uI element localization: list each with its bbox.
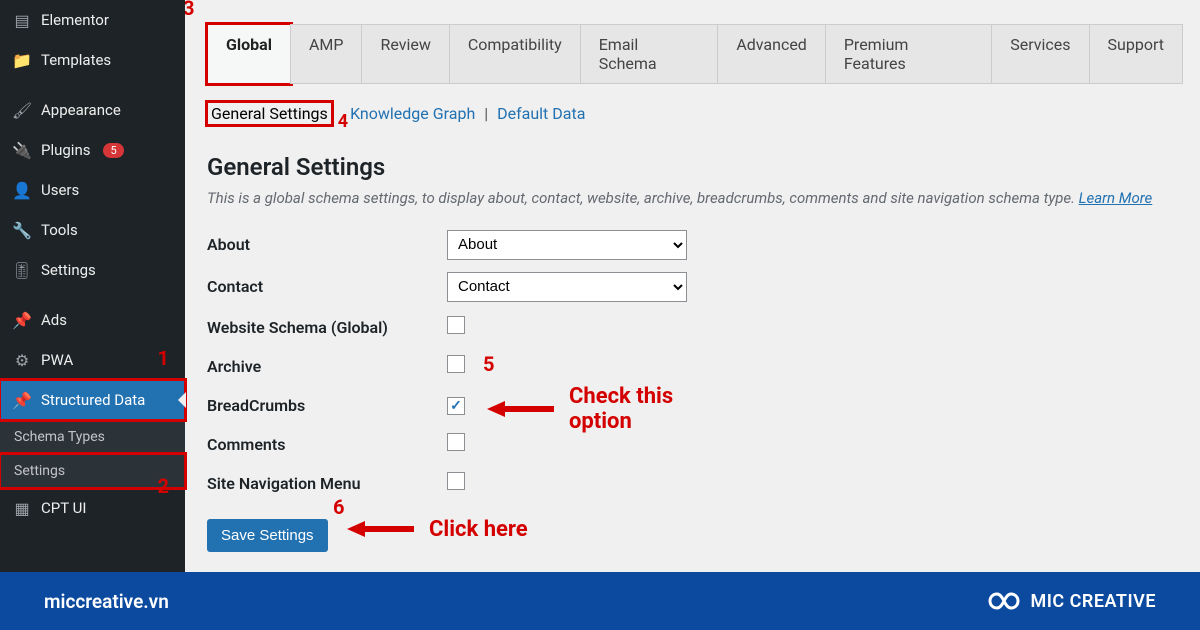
- select-about[interactable]: About: [447, 230, 687, 260]
- tab-review[interactable]: Review: [361, 24, 449, 84]
- sidebar-item-label: Templates: [41, 51, 111, 69]
- arrow-left-icon: [487, 401, 505, 417]
- footer-site: miccreative.vn: [44, 590, 169, 613]
- elementor-icon: ▤: [12, 10, 32, 30]
- annotation-text: Click here: [429, 517, 528, 542]
- checkbox-archive[interactable]: [447, 355, 465, 373]
- annotation-number-1: 1: [158, 346, 169, 370]
- update-count-badge: 5: [103, 143, 123, 158]
- subtab-knowledge-graph[interactable]: Knowledge Graph: [350, 104, 475, 123]
- description-text: This is a global schema settings, to dis…: [207, 189, 1079, 207]
- user-icon: 👤: [12, 180, 32, 200]
- annotation-check-this: Check this option: [487, 384, 687, 434]
- sidebar-item-templates[interactable]: 📁 Templates: [0, 40, 185, 80]
- primary-tabs: Global AMP Review Compatibility Email Sc…: [207, 24, 1182, 84]
- annotation-number-4: 4: [338, 111, 348, 132]
- sidebar-item-ads[interactable]: 📌 Ads: [0, 300, 185, 340]
- sub-tabs: General Settings 4 Knowledge Graph | Def…: [207, 102, 1182, 125]
- annotation-number-3: 3: [185, 0, 194, 20]
- annotation-click-here: Click here: [347, 517, 528, 542]
- tab-compatibility[interactable]: Compatibility: [449, 24, 581, 84]
- sidebar-item-elementor[interactable]: ▤ Elementor: [0, 0, 185, 40]
- save-settings-button[interactable]: Save Settings: [207, 519, 328, 552]
- label-about: About: [207, 224, 447, 266]
- sidebar-item-label: Ads: [41, 311, 67, 329]
- pushpin-icon: 📌: [12, 310, 32, 330]
- sidebar-item-settings[interactable]: 🎚 Settings: [0, 250, 185, 290]
- sidebar-item-users[interactable]: 👤 Users: [0, 170, 185, 210]
- folder-icon: 📁: [12, 50, 32, 70]
- grid-icon: ▦: [12, 498, 32, 518]
- learn-more-link[interactable]: Learn More: [1079, 189, 1153, 207]
- plug-icon: 🔌: [12, 140, 32, 160]
- sidebar-item-appearance[interactable]: 🖌 Appearance: [0, 90, 185, 130]
- arrow-left-icon: [347, 521, 365, 537]
- section-title: General Settings: [207, 153, 1182, 181]
- footer-brand-text: MIC CREATIVE: [1030, 591, 1156, 612]
- wrench-icon: 🔧: [12, 220, 32, 240]
- sidebar-item-label: Appearance: [41, 101, 121, 119]
- admin-sidebar: ▤ Elementor 📁 Templates 🖌 Appearance 🔌 P…: [0, 0, 185, 572]
- checkbox-site-nav[interactable]: [447, 472, 465, 490]
- sidebar-item-label: Plugins: [41, 141, 90, 159]
- separator: |: [484, 104, 488, 123]
- annotation-number-5: 5: [483, 352, 494, 376]
- tab-advanced[interactable]: Advanced: [717, 24, 826, 84]
- sidebar-item-label: Users: [41, 181, 79, 199]
- tab-global[interactable]: Global: [207, 24, 291, 84]
- main-content: 3 Global AMP Review Compatibility Email …: [185, 0, 1200, 572]
- sidebar-item-plugins[interactable]: 🔌 Plugins 5: [0, 130, 185, 170]
- checkbox-breadcrumbs[interactable]: [447, 397, 465, 415]
- sidebar-item-label: Elementor: [41, 11, 109, 29]
- gear-icon: ⚙: [12, 350, 32, 370]
- infinity-icon: [980, 589, 1020, 613]
- sidebar-item-label: CPT UI: [41, 499, 86, 517]
- section-description: This is a global schema settings, to dis…: [207, 187, 1182, 210]
- sidebar-item-label: Tools: [41, 221, 78, 239]
- label-website-schema: Website Schema (Global): [207, 308, 447, 347]
- tab-premium-features[interactable]: Premium Features: [825, 24, 992, 84]
- settings-form: About About Contact Contact Website Sche…: [207, 224, 687, 503]
- label-archive: Archive: [207, 347, 447, 386]
- label-breadcrumbs: BreadCrumbs: [207, 386, 447, 425]
- label-site-nav: Site Navigation Menu: [207, 464, 447, 503]
- sidebar-item-label: Structured Data: [41, 391, 145, 409]
- tab-email-schema[interactable]: Email Schema: [580, 24, 719, 84]
- select-contact[interactable]: Contact: [447, 272, 687, 302]
- checkbox-website-schema[interactable]: [447, 316, 465, 334]
- brush-icon: 🖌: [12, 100, 32, 120]
- label-comments: Comments: [207, 425, 447, 464]
- annotation-number-6: 6: [333, 495, 344, 519]
- annotation-text: Check this option: [569, 384, 687, 434]
- sidebar-item-tools[interactable]: 🔧 Tools: [0, 210, 185, 250]
- subtab-general-settings[interactable]: General Settings: [207, 102, 332, 125]
- pushpin-icon: 📌: [12, 390, 32, 410]
- sidebar-item-label: PWA: [41, 351, 73, 369]
- tab-services[interactable]: Services: [991, 24, 1089, 84]
- sidebar-sub-schema-types[interactable]: Schema Types: [0, 420, 185, 454]
- tab-support[interactable]: Support: [1089, 24, 1183, 84]
- sidebar-item-pwa[interactable]: ⚙ PWA 1: [0, 340, 185, 380]
- checkbox-comments[interactable]: [447, 433, 465, 451]
- annotation-number-2: 2: [158, 474, 169, 498]
- tab-amp[interactable]: AMP: [290, 24, 363, 84]
- subtab-default-data[interactable]: Default Data: [497, 104, 585, 123]
- sidebar-item-cpt-ui[interactable]: ▦ CPT UI 2: [0, 488, 185, 528]
- sidebar-item-structured-data[interactable]: 📌 Structured Data: [0, 380, 185, 420]
- sidebar-item-label: Settings: [41, 261, 96, 279]
- brand-footer: miccreative.vn MIC CREATIVE: [0, 572, 1200, 630]
- sliders-icon: 🎚: [12, 260, 32, 280]
- label-contact: Contact: [207, 266, 447, 308]
- footer-logo: MIC CREATIVE: [980, 589, 1156, 613]
